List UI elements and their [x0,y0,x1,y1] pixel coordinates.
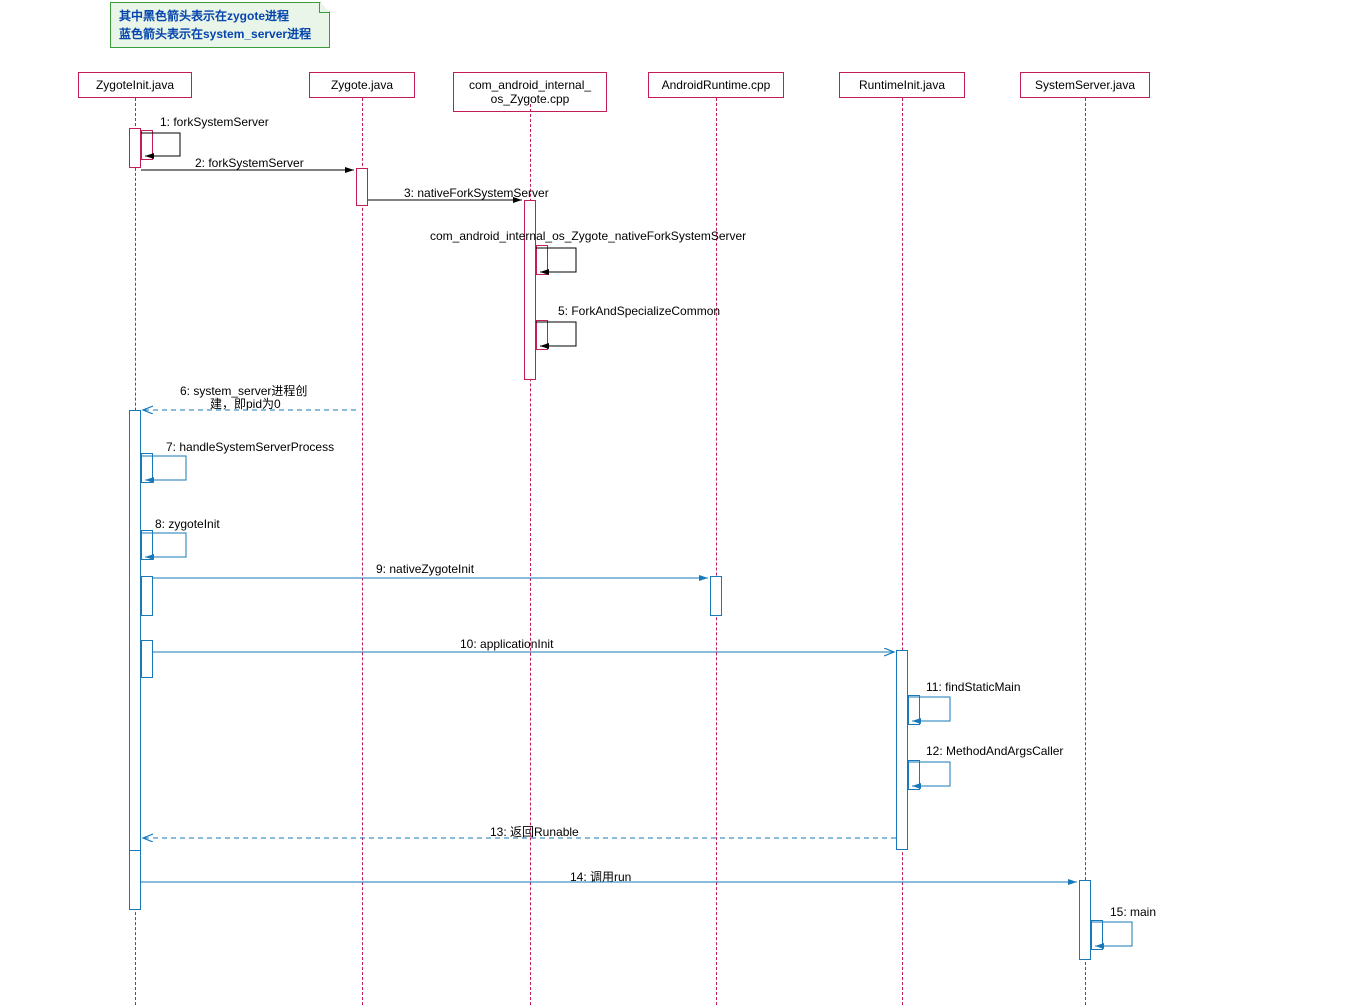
message-label: 12: MethodAndArgsCaller [926,744,1063,758]
activation-bar [141,576,153,616]
activation-bar [129,850,141,910]
message-label: 9: nativeZygoteInit [376,562,474,576]
note-line: 蓝色箭头表示在system_server进程 [119,25,321,43]
message-label: 8: zygoteInit [155,517,220,531]
message-label: 13: 返回Runable [490,823,579,840]
message-label: 建，即pid为0 [210,395,281,412]
message-label: com_android_internal_os_Zygote_nativeFor… [430,229,746,243]
participant-androidruntime: AndroidRuntime.cpp [648,72,784,98]
participant-zygote: Zygote.java [309,72,415,98]
activation-bar [710,576,722,616]
diagram-note: 其中黑色箭头表示在zygote进程 蓝色箭头表示在system_server进程 [110,2,330,48]
participant-zygoteinit: ZygoteInit.java [78,72,192,98]
lifeline [902,98,903,1005]
lifeline [362,98,363,1005]
activation-bar [356,168,368,206]
activation-bar [908,695,920,725]
activation-bar [129,128,141,168]
activation-bar [141,130,153,160]
message-label: 10: applicationInit [460,637,553,651]
activation-bar [129,410,141,910]
activation-bar [1079,880,1091,960]
message-label: 7: handleSystemServerProcess [166,440,334,454]
activation-bar [141,530,153,560]
arrow-layer [0,0,1357,1005]
message-label: 1: forkSystemServer [160,115,269,129]
activation-bar [141,640,153,678]
note-line: 其中黑色箭头表示在zygote进程 [119,7,321,25]
activation-bar [1091,920,1103,950]
message-label: 15: main [1110,905,1156,919]
lifeline [1085,98,1086,1005]
activation-bar [536,245,548,275]
activation-bar [908,760,920,790]
activation-bar [524,200,536,380]
message-label: 2: forkSystemServer [195,156,304,170]
participant-systemserver: SystemServer.java [1020,72,1150,98]
activation-bar [896,650,908,850]
message-label: 5: ForkAndSpecializeCommon [558,304,720,318]
activation-bar [141,453,153,483]
participant-runtimeinit: RuntimeInit.java [839,72,965,98]
message-label: 3: nativeForkSystemServer [404,186,549,200]
activation-bar [536,320,548,350]
message-label: 14: 调用run [570,868,631,885]
message-label: 11: findStaticMain [926,680,1021,694]
